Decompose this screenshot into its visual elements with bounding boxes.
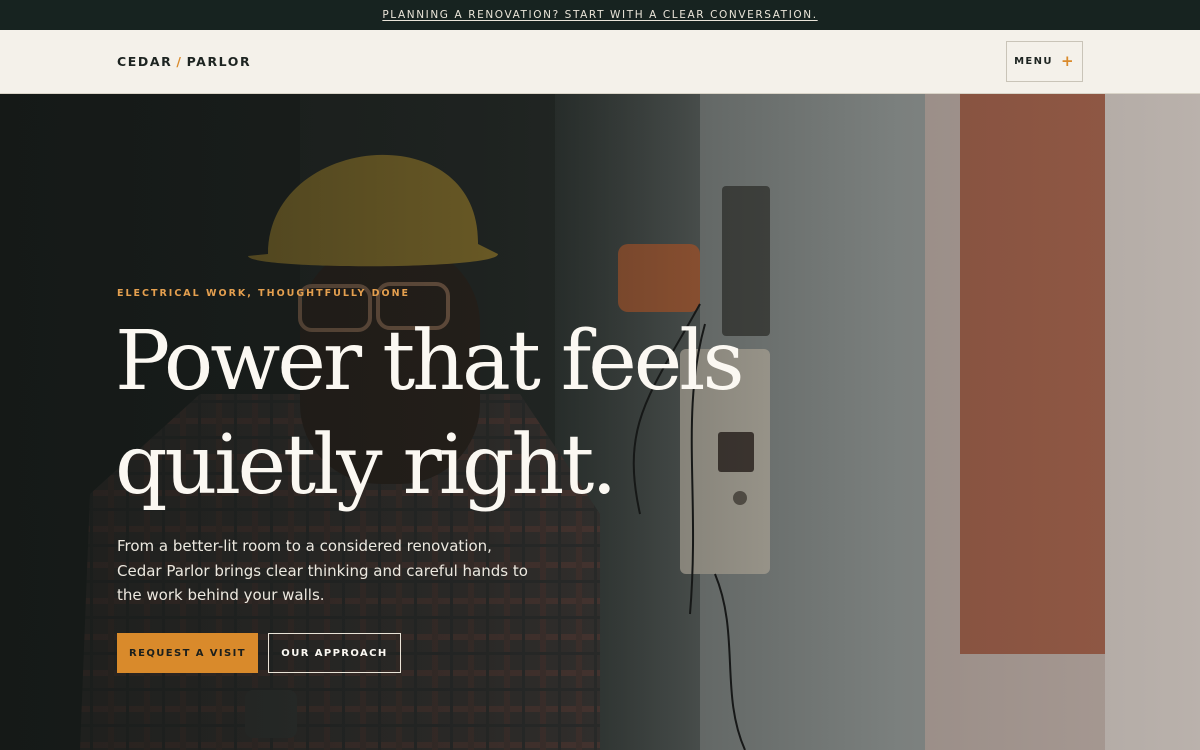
hero-eyebrow: ELECTRICAL WORK, THOUGHTFULLY DONE xyxy=(117,288,411,299)
logo-word-parlor: PARLOR xyxy=(186,54,252,69)
hero-description: From a better-lit room to a considered r… xyxy=(117,537,528,604)
logo-separator: / xyxy=(176,54,183,69)
site-header: CEDAR / PARLOR MENU + xyxy=(0,30,1200,94)
hero-headline: Power that feels quietly right. xyxy=(115,310,755,518)
menu-label: MENU xyxy=(1014,56,1053,67)
menu-button[interactable]: MENU + xyxy=(1006,41,1083,82)
plus-icon: + xyxy=(1060,52,1075,70)
brand-logo[interactable]: CEDAR / PARLOR xyxy=(117,54,251,69)
announcement-link[interactable]: PLANNING A RENOVATION? START WITH A CLEA… xyxy=(382,9,817,21)
our-approach-button[interactable]: OUR APPROACH xyxy=(268,633,401,673)
request-visit-button[interactable]: REQUEST A VISIT xyxy=(117,633,258,673)
headline-line-2: quietly right. xyxy=(115,418,617,513)
headline-line-1: Power that feels xyxy=(115,314,745,409)
logo-word-cedar: CEDAR xyxy=(117,54,173,69)
announcement-bar: PLANNING A RENOVATION? START WITH A CLEA… xyxy=(0,0,1200,30)
hero-section: ELECTRICAL WORK, THOUGHTFULLY DONE Power… xyxy=(0,94,1200,750)
